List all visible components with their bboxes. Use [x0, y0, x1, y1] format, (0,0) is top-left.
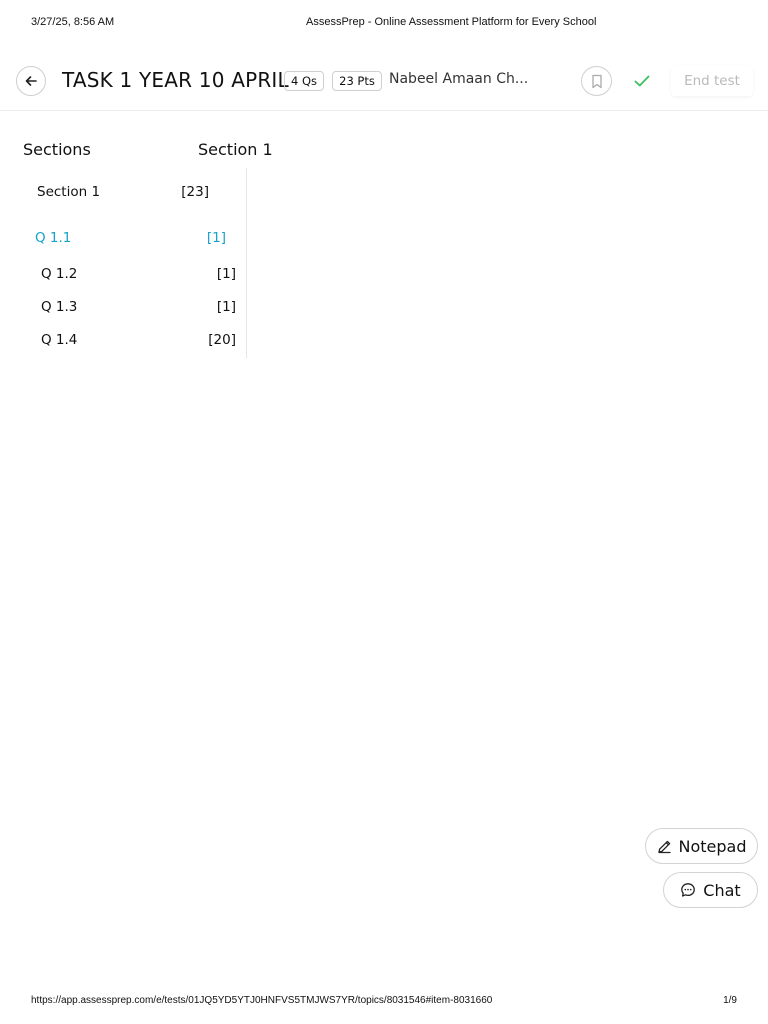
- question-item-1-2[interactable]: Q 1.2 [1]: [41, 266, 236, 282]
- chat-label: Chat: [703, 880, 741, 900]
- question-navigator: Section 1 [23] Q 1.1 [1] Q 1.2 [1] Q 1.3…: [0, 168, 247, 358]
- chat-bubble-icon: [681, 883, 696, 897]
- print-footer: https://app.assessprep.com/e/tests/01JQ5…: [0, 995, 768, 1009]
- notepad-label: Notepad: [678, 836, 747, 856]
- question-points: [1]: [206, 230, 226, 246]
- print-header: 3/27/25, 8:56 AM AssessPrep - Online Ass…: [0, 16, 768, 30]
- question-item-1-1[interactable]: Q 1.1 [1]: [35, 230, 226, 246]
- arrow-left-icon: [25, 76, 37, 86]
- bookmark-icon: [591, 74, 602, 88]
- test-toolbar: TASK 1 YEAR 10 APRIL 4 Qs 23 Pts Nabeel …: [0, 56, 768, 111]
- notepad-button[interactable]: Notepad: [645, 828, 758, 864]
- print-url: https://app.assessprep.com/e/tests/01JQ5…: [31, 995, 493, 1006]
- current-section-heading: Section 1: [198, 140, 273, 159]
- print-page-title: AssessPrep - Online Assessment Platform …: [306, 16, 597, 28]
- section-label: Section 1: [37, 184, 101, 200]
- question-item-1-3[interactable]: Q 1.3 [1]: [41, 299, 236, 315]
- end-test-button[interactable]: End test: [671, 66, 753, 96]
- back-button[interactable]: [16, 66, 46, 96]
- section-points: [23]: [181, 184, 209, 200]
- sections-heading: Sections: [23, 140, 91, 159]
- question-label: Q 1.3: [41, 299, 78, 315]
- test-title: TASK 1 YEAR 10 APRIL: [62, 68, 289, 92]
- section-item[interactable]: Section 1 [23]: [37, 184, 209, 200]
- print-page-number: 1/9: [723, 995, 737, 1006]
- points-total-badge: 23 Pts: [332, 71, 382, 91]
- questions-count-badge: 4 Qs: [284, 71, 324, 91]
- question-label: Q 1.2: [41, 266, 78, 282]
- question-label: Q 1.1: [35, 230, 72, 246]
- question-item-1-4[interactable]: Q 1.4 [20]: [41, 332, 236, 348]
- pencil-icon: [657, 840, 671, 853]
- print-datetime: 3/27/25, 8:56 AM: [31, 16, 115, 28]
- question-points: [1]: [216, 266, 236, 282]
- check-icon: [632, 71, 652, 91]
- bookmark-button[interactable]: [581, 66, 612, 96]
- question-points: [20]: [208, 332, 236, 348]
- question-label: Q 1.4: [41, 332, 78, 348]
- chat-button[interactable]: Chat: [663, 872, 758, 908]
- student-name: Nabeel Amaan Ch...: [389, 71, 529, 87]
- question-points: [1]: [216, 299, 236, 315]
